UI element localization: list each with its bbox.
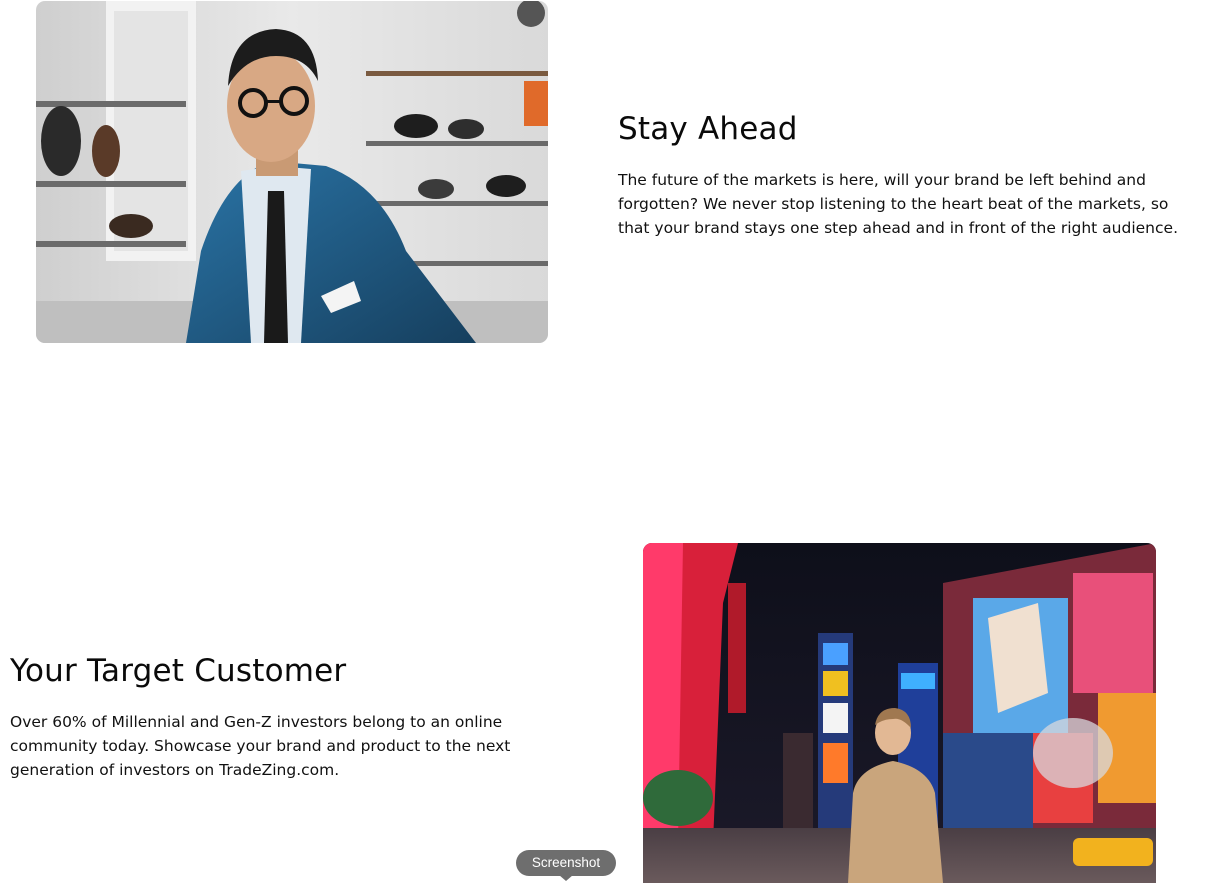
photo-man-in-blue-blazer	[36, 1, 548, 343]
screenshot-tooltip: Screenshot	[516, 850, 616, 876]
section-title-stay-ahead: Stay Ahead	[618, 111, 798, 147]
section-body-target-customer: Over 60% of Millennial and Gen-Z investo…	[10, 713, 511, 779]
page: Stay Ahead The future of the markets is …	[0, 0, 1208, 883]
photo-times-square-night	[643, 543, 1156, 883]
photo-man-in-blue-blazer-image	[36, 1, 548, 343]
section-body-stay-ahead: The future of the markets is here, will …	[618, 171, 1178, 237]
section-title-target-customer: Your Target Customer	[10, 653, 347, 689]
tooltip-tail	[559, 875, 573, 881]
photo-times-square-night-image	[643, 543, 1156, 883]
